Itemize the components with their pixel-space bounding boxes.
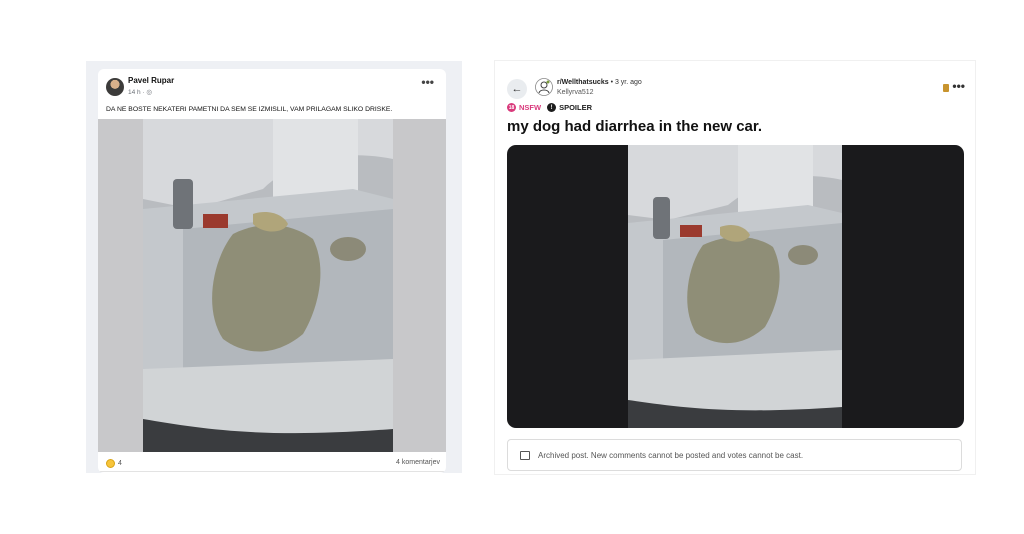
author-name[interactable]: Pavel Rupar: [128, 76, 174, 85]
spoiler-icon: !: [547, 103, 557, 112]
subreddit-name[interactable]: r/Wellthatsucks: [557, 79, 609, 86]
reaction-count: 4: [118, 460, 122, 467]
reddit-post-panel: ← r/Wellthatsucks • 3 yr. ago Kellyrva51…: [494, 60, 976, 475]
post-time[interactable]: 14 h · ◎: [128, 88, 152, 96]
post-photo[interactable]: [628, 145, 842, 428]
facebook-post-card: Pavel Rupar 14 h · ◎ ••• DA NE BOSTE NEK…: [98, 69, 446, 473]
post-tags: 18 NSFW ! SPOILER: [507, 103, 592, 112]
more-options-icon[interactable]: •••: [952, 79, 965, 93]
post-media[interactable]: [507, 145, 964, 428]
subreddit-icon[interactable]: [535, 78, 553, 96]
spoiler-label: SPOILER: [559, 103, 593, 112]
reaction-summary[interactable]: 4: [106, 459, 122, 468]
archived-text: Archived post. New comments cannot be po…: [538, 450, 804, 460]
archived-notice: Archived post. New comments cannot be po…: [507, 439, 962, 471]
spoiler-tag: ! SPOILER: [547, 103, 592, 112]
facebook-post-panel: Pavel Rupar 14 h · ◎ ••• DA NE BOSTE NEK…: [86, 61, 462, 473]
laugh-emoji-icon: [106, 459, 115, 468]
subreddit-line: r/Wellthatsucks • 3 yr. ago: [557, 79, 642, 86]
award-icon[interactable]: [943, 84, 949, 92]
back-button[interactable]: ←: [507, 79, 527, 99]
back-arrow-icon: ←: [511, 83, 523, 95]
comment-count[interactable]: 4 komentarjev: [396, 459, 440, 466]
nsfw-icon: 18: [507, 103, 516, 112]
post-photo[interactable]: [143, 119, 393, 452]
author-avatar[interactable]: [106, 78, 124, 96]
post-text: DA NE BOSTE NEKATERI PAMETNI DA SEM SE I…: [106, 106, 393, 113]
nsfw-label: NSFW: [519, 103, 542, 112]
archive-box-icon: [520, 450, 530, 460]
action-bar-divider: [98, 471, 446, 473]
nsfw-tag: 18 NSFW: [507, 103, 541, 112]
post-author[interactable]: Kellyrva512: [557, 89, 594, 96]
post-age: • 3 yr. ago: [608, 79, 642, 86]
more-options-icon[interactable]: •••: [421, 75, 434, 89]
post-title[interactable]: my dog had diarrhea in the new car.: [507, 118, 762, 135]
